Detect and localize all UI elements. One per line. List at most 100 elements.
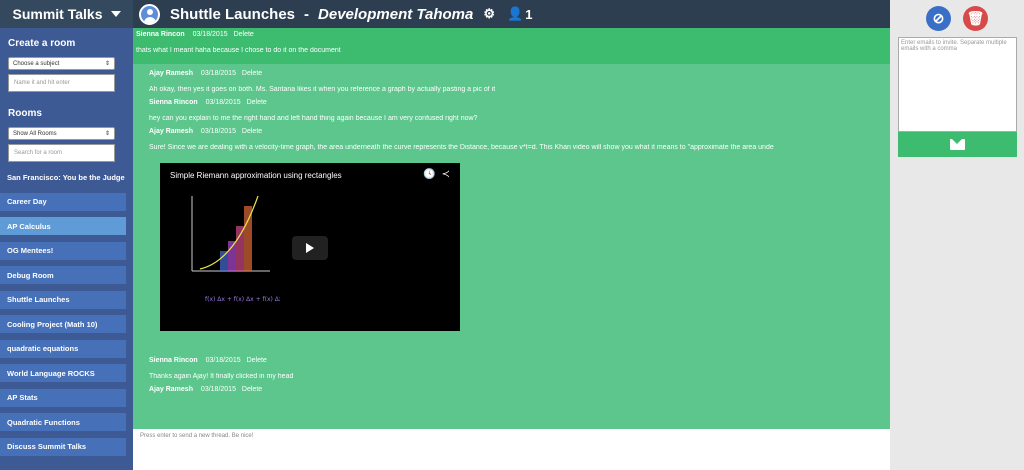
sidebar-item-room[interactable]: World Language ROCKS xyxy=(0,364,126,382)
room-label: Shuttle Launches xyxy=(7,295,70,304)
message-item: Ajay Ramesh 03/18/2015 Delete Sure! Sinc… xyxy=(133,122,890,151)
sidebar-item-room[interactable]: Discuss Summit Talks xyxy=(0,437,126,456)
room-name-placeholder: Name it and hit enter xyxy=(14,80,70,86)
message-date: 03/18/2015 xyxy=(205,357,241,364)
video-controls: 🕓 ≺ xyxy=(423,169,450,180)
delete-link[interactable]: Delete xyxy=(234,31,254,38)
delete-link[interactable]: Delete xyxy=(247,99,267,106)
room-label: AP Stats xyxy=(7,393,38,402)
message-author: Sienna Rincon xyxy=(149,357,198,364)
invite-emails-input[interactable]: Enter emails to invite. Separate multipl… xyxy=(898,37,1017,132)
room-label: San Francisco: You be the Judge xyxy=(7,172,125,182)
message-item: Sienna Rincon 03/18/2015 Delete thats wh… xyxy=(133,28,890,64)
title-separator: - xyxy=(304,5,310,23)
message-header: Sienna Rincon 03/18/2015 Delete xyxy=(149,99,890,106)
message-date: 03/18/2015 xyxy=(205,99,241,106)
send-invite-button[interactable] xyxy=(898,132,1017,157)
message-date: 03/18/2015 xyxy=(192,31,228,38)
message-text: Thanks again Ajay! It finally clicked in… xyxy=(149,373,294,380)
message-author: Sienna Rincon xyxy=(136,31,185,38)
delete-link[interactable]: Delete xyxy=(247,357,267,364)
share-icon[interactable]: ≺ xyxy=(442,169,450,180)
video-title: Simple Riemann approximation using recta… xyxy=(170,171,342,180)
trash-icon[interactable]: 🗑 xyxy=(963,6,988,31)
rooms-filter-value: Show All Rooms xyxy=(13,130,57,137)
room-label: Debug Room xyxy=(7,270,54,280)
sidebar-item-room[interactable]: OG Mentees! xyxy=(0,241,126,260)
caret-down-icon xyxy=(110,11,121,17)
video-embed[interactable]: Simple Riemann approximation using recta… xyxy=(160,163,460,331)
rooms-filter-select[interactable]: Show All Rooms ⇕ xyxy=(8,127,115,140)
message-header: Sienna Rincon 03/18/2015 Delete xyxy=(136,31,887,38)
message-text: Sure! Since we are dealing with a veloci… xyxy=(149,144,774,151)
sidebar: Create a room Choose a subject ⇕ Name it… xyxy=(0,28,133,470)
brand-menu[interactable]: Summit Talks xyxy=(0,0,133,28)
sidebar-item-room[interactable]: AP Stats xyxy=(0,388,126,407)
room-label: Career Day xyxy=(7,197,47,206)
gear-icon[interactable]: ⚙ xyxy=(483,6,495,22)
message-header: Ajay Ramesh 03/18/2015 Delete xyxy=(149,70,890,77)
room-label: OG Mentees! xyxy=(7,246,54,255)
message-header: Ajay Ramesh 03/18/2015 Delete xyxy=(149,386,890,393)
envelope-icon xyxy=(950,139,965,150)
riemann-graph-thumbnail: f(x) Δx + f(x) Δx + f(x) Δx xyxy=(191,195,280,303)
room-name-input[interactable]: Name it and hit enter xyxy=(8,74,115,92)
subject-select[interactable]: Choose a subject ⇕ xyxy=(8,57,115,70)
message-item: Ajay Ramesh 03/18/2015 Delete xyxy=(133,380,890,393)
message-text: thats what I meant haha because I chose … xyxy=(136,47,341,54)
sidebar-item-room[interactable]: Cooling Project (Math 10) xyxy=(0,315,126,333)
select-arrows-icon: ⇕ xyxy=(104,131,110,137)
chat-thread: Sienna Rincon 03/18/2015 Delete thats wh… xyxy=(133,28,890,429)
message-item: Sienna Rincon 03/18/2015 Delete Thanks a… xyxy=(133,331,890,380)
sidebar-item-room[interactable]: Shuttle Launches xyxy=(0,290,126,309)
create-room-heading: Create a room xyxy=(8,38,76,49)
message-author: Ajay Ramesh xyxy=(149,386,193,393)
clock-icon[interactable]: 🕓 xyxy=(423,169,435,180)
delete-link[interactable]: Delete xyxy=(242,386,262,393)
svg-text:f(x) Δx + f(x) Δx + f(x) Δx: f(x) Δx + f(x) Δx + f(x) Δx xyxy=(205,296,280,303)
message-author: Ajay Ramesh xyxy=(149,70,193,77)
new-thread-input[interactable]: Press enter to send a new thread. Be nic… xyxy=(133,429,890,470)
message-item: Ajay Ramesh 03/18/2015 Delete Ah okay, t… xyxy=(133,64,890,93)
room-label: Cooling Project (Math 10) xyxy=(7,319,98,329)
sidebar-item-room[interactable]: quadratic equations xyxy=(0,339,126,358)
brand-name: Summit Talks xyxy=(12,6,103,22)
user-avatar-icon[interactable] xyxy=(139,3,160,25)
room-search-input[interactable]: Search for a room xyxy=(8,144,115,162)
message-author: Sienna Rincon xyxy=(149,99,198,106)
delete-link[interactable]: Delete xyxy=(242,128,262,135)
room-label: Discuss Summit Talks xyxy=(7,442,87,451)
delete-link[interactable]: Delete xyxy=(242,70,262,77)
room-name: Shuttle Launches xyxy=(170,5,296,23)
play-button[interactable] xyxy=(292,236,328,260)
room-label: quadratic equations xyxy=(7,344,79,353)
sidebar-item-room[interactable]: Debug Room xyxy=(0,266,126,284)
right-panel: ⊘ 🗑 Enter emails to invite. Separate mul… xyxy=(890,0,1024,470)
school-name: Development Tahoma xyxy=(318,5,474,23)
room-search-placeholder: Search for a room xyxy=(14,150,63,156)
message-author: Ajay Ramesh xyxy=(149,128,193,135)
play-icon xyxy=(306,243,314,253)
top-bar: Summit Talks Shuttle Launches - Developm… xyxy=(0,0,890,28)
subject-select-value: Choose a subject xyxy=(13,60,60,67)
message-text: hey can you explain to me the right hand… xyxy=(149,115,478,122)
ban-icon[interactable]: ⊘ xyxy=(926,6,951,31)
sidebar-item-room[interactable]: AP Calculus xyxy=(0,217,126,235)
room-label: World Language ROCKS xyxy=(7,368,95,378)
message-item: Sienna Rincon 03/18/2015 Delete hey can … xyxy=(133,93,890,122)
sidebar-item-room[interactable]: Career Day xyxy=(0,192,126,211)
sidebar-item-room[interactable]: San Francisco: You be the Judge xyxy=(0,168,126,186)
new-thread-placeholder: Press enter to send a new thread. Be nic… xyxy=(140,433,254,439)
message-date: 03/18/2015 xyxy=(200,128,236,135)
room-title: Shuttle Launches - Development Tahoma ⚙ … xyxy=(170,6,532,23)
invite-placeholder: Enter emails to invite. Separate multipl… xyxy=(901,40,1007,52)
message-date: 03/18/2015 xyxy=(200,386,236,393)
sidebar-item-room[interactable]: Quadratic Functions xyxy=(0,413,126,431)
room-list: San Francisco: You be the Judge Career D… xyxy=(0,168,133,456)
member-count[interactable]: 👤 1 xyxy=(507,6,532,22)
room-label: AP Calculus xyxy=(7,221,51,231)
message-date: 03/18/2015 xyxy=(200,70,236,77)
rooms-heading: Rooms xyxy=(8,108,42,119)
select-arrows-icon: ⇕ xyxy=(104,61,110,67)
message-text: Ah okay, then yes it goes on both. Ms. S… xyxy=(149,86,496,93)
